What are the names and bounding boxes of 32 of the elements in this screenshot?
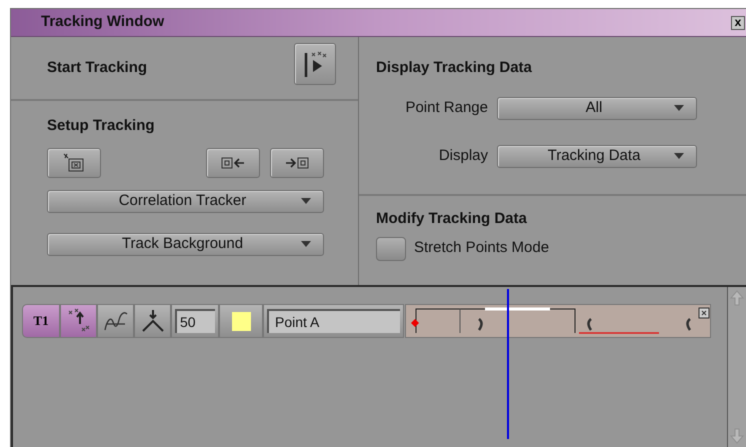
start-tracking-button[interactable] xyxy=(294,43,336,85)
track-name-field[interactable]: Point A xyxy=(267,309,400,333)
tracking-points-icon xyxy=(66,308,92,334)
tracker-arrow-left-icon xyxy=(221,156,245,168)
section-heading: Display Tracking Data xyxy=(376,58,533,78)
tracker-dropdown[interactable]: Correlation Tracker xyxy=(47,190,324,212)
track-mode-dropdown[interactable]: Track Background xyxy=(47,232,324,256)
window-title: Tracking Window xyxy=(41,12,166,32)
field-label: Display xyxy=(438,146,489,166)
move-tracker-left-button[interactable] xyxy=(206,148,260,178)
dropdown-arrow-icon xyxy=(301,241,311,247)
track-label-button[interactable]: T1 xyxy=(22,304,60,338)
offset-field[interactable]: 50 xyxy=(175,309,215,333)
section-heading: Start Tracking xyxy=(47,58,148,78)
new-tracker-icon xyxy=(63,152,85,172)
move-tracker-right-button[interactable] xyxy=(270,148,324,178)
field-label: Point Range xyxy=(404,98,489,118)
curve-icon xyxy=(102,310,128,332)
section-heading: Setup Tracking xyxy=(47,116,156,136)
section-heading: Modify Tracking Data xyxy=(376,209,528,229)
stabilize-icon xyxy=(140,309,164,333)
track-color-swatch[interactable] xyxy=(232,312,250,330)
tracker-arrow-right-icon xyxy=(285,156,309,168)
stretch-points-checkbox[interactable] xyxy=(376,236,406,260)
dropdown-arrow-icon xyxy=(301,198,311,204)
close-button[interactable]: x xyxy=(731,16,745,30)
field-dropdown[interactable]: All xyxy=(497,96,697,120)
dropdown-arrow-icon xyxy=(674,153,684,159)
checkbox-label: Stretch Points Mode xyxy=(414,238,550,258)
new-tracker-button[interactable] xyxy=(47,148,101,178)
field-dropdown[interactable]: Tracking Data xyxy=(497,144,697,168)
dropdown-arrow-icon xyxy=(674,105,684,111)
